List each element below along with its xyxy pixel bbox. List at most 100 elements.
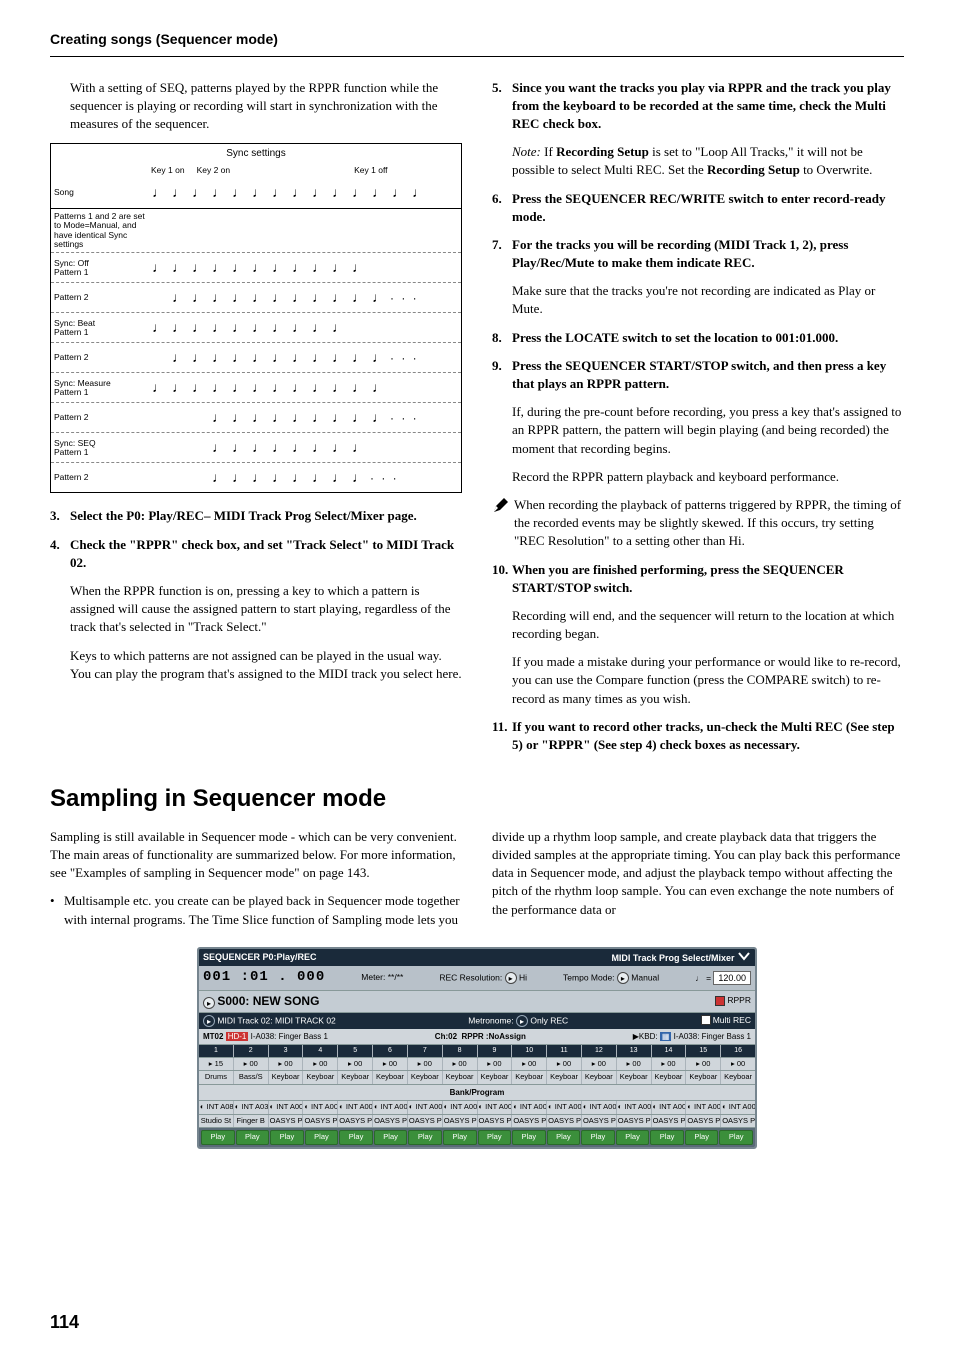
grid-cell[interactable]: ▸ 00 [616,1058,651,1071]
grid-cell[interactable]: Keyboar [372,1071,407,1084]
metronome-value[interactable]: Only REC [530,1015,568,1025]
ss-tempomode-value[interactable]: Manual [631,972,659,982]
grid-cell[interactable]: Keyboar [442,1071,477,1084]
play-button[interactable]: Play [581,1130,615,1145]
grid-cell[interactable]: ◐ INT A000 [442,1101,477,1114]
grid-cell[interactable]: ◐ INT A000 [337,1101,372,1114]
grid-cell[interactable]: ▸ 00 [511,1058,546,1071]
grid-cell[interactable]: Keyboar [268,1071,303,1084]
grid-cell[interactable]: ◐ INT A084 [199,1101,233,1114]
kbd-prog[interactable]: I-A038: Finger Bass 1 [674,1032,751,1041]
grid-cell[interactable]: ◐ INT A000 [477,1101,512,1114]
track-select[interactable]: MIDI Track 02: MIDI TRACK 02 [217,1015,335,1025]
grid-cell[interactable]: 15 [685,1045,720,1057]
grid-cell[interactable]: 6 [372,1045,407,1057]
grid-cell[interactable]: ◐ INT A000 [720,1101,755,1114]
grid-cell[interactable]: Keyboar [720,1071,755,1084]
grid-cell[interactable]: 14 [651,1045,686,1057]
popup-icon[interactable]: ▸ [516,1015,528,1027]
grid-cell[interactable]: ▸ 00 [546,1058,581,1071]
play-button[interactable]: Play [201,1130,235,1145]
grid-cell[interactable]: OASYS Pi [407,1115,442,1128]
play-button[interactable]: Play [443,1130,477,1145]
ss-recres-value[interactable]: Hi [519,972,527,982]
tempo-input[interactable]: 120.00 [713,971,751,985]
grid-cell[interactable]: ◐ INT A000 [302,1101,337,1114]
popup-icon[interactable]: ▸ [505,972,517,984]
grid-cell[interactable]: Keyboar [302,1071,337,1084]
song-name[interactable]: S000: NEW SONG [217,994,319,1008]
grid-cell[interactable]: OASYS Pi [546,1115,581,1128]
grid-cell[interactable]: 7 [407,1045,442,1057]
grid-cell[interactable]: 5 [337,1045,372,1057]
ss-meter[interactable]: Meter: **/** [361,972,403,984]
play-button[interactable]: Play [616,1130,650,1145]
grid-cell[interactable]: 3 [268,1045,303,1057]
grid-cell[interactable]: OASYS Pi [720,1115,755,1128]
grid-cell[interactable]: 10 [511,1045,546,1057]
play-button[interactable]: Play [719,1130,753,1145]
grid-cell[interactable]: Keyboar [651,1071,686,1084]
grid-cell[interactable]: OASYS Pi [337,1115,372,1128]
play-button[interactable]: Play [408,1130,442,1145]
grid-cell[interactable]: OASYS Pi [372,1115,407,1128]
grid-cell[interactable]: ▸ 00 [372,1058,407,1071]
grid-cell[interactable]: ◐ INT A000 [581,1101,616,1114]
grid-cell[interactable]: ◐ INT A000 [651,1101,686,1114]
multirec-checkbox[interactable] [701,1015,711,1025]
grid-cell[interactable]: Keyboar [477,1071,512,1084]
grid-cell[interactable]: ▸ 00 [720,1058,755,1071]
grid-cell[interactable]: OASYS Pi [616,1115,651,1128]
grid-cell[interactable]: 8 [442,1045,477,1057]
grid-cell[interactable]: ▸ 00 [651,1058,686,1071]
menu-arrow-icon[interactable] [737,951,751,961]
popup-icon[interactable]: ▸ [617,972,629,984]
grid-cell[interactable]: OASYS Pi [685,1115,720,1128]
popup-icon[interactable]: ▸ [203,997,215,1009]
grid-cell[interactable]: Keyboar [407,1071,442,1084]
play-button[interactable]: Play [339,1130,373,1145]
grid-cell[interactable]: Drums [199,1071,233,1084]
grid-cell[interactable]: Finger B [233,1115,268,1128]
play-button[interactable]: Play [478,1130,512,1145]
grid-cell[interactable]: OASYS Pi [651,1115,686,1128]
play-button[interactable]: Play [547,1130,581,1145]
grid-cell[interactable]: OASYS Pi [442,1115,477,1128]
grid-cell[interactable]: ◐ INT A000 [268,1101,303,1114]
grid-cell[interactable]: ◐ INT A000 [511,1101,546,1114]
grid-cell[interactable]: Keyboar [337,1071,372,1084]
grid-cell[interactable]: ▸ 00 [268,1058,303,1071]
play-button[interactable]: Play [685,1130,719,1145]
grid-cell[interactable]: 9 [477,1045,512,1057]
grid-cell[interactable]: ▸ 00 [302,1058,337,1071]
grid-cell[interactable]: 2 [233,1045,268,1057]
grid-cell[interactable]: ▸ 00 [477,1058,512,1071]
play-button[interactable]: Play [236,1130,270,1145]
grid-cell[interactable]: OASYS Pi [302,1115,337,1128]
grid-cell[interactable]: Keyboar [511,1071,546,1084]
grid-cell[interactable]: ▸ 15 [199,1058,233,1071]
grid-cell[interactable]: Bass/S [233,1071,268,1084]
ss-locator[interactable]: 001 :01 . 000 [203,968,325,988]
grid-cell[interactable]: ▸ 00 [233,1058,268,1071]
play-button[interactable]: Play [374,1130,408,1145]
grid-cell[interactable]: OASYS Pi [477,1115,512,1128]
popup-icon[interactable]: ▸ [203,1015,215,1027]
grid-cell[interactable]: Keyboar [581,1071,616,1084]
grid-cell[interactable]: 13 [616,1045,651,1057]
grid-cell[interactable]: 11 [546,1045,581,1057]
play-button[interactable]: Play [305,1130,339,1145]
grid-cell[interactable]: OASYS Pi [581,1115,616,1128]
grid-cell[interactable]: ▸ 00 [442,1058,477,1071]
grid-cell[interactable]: 1 [199,1045,233,1057]
grid-cell[interactable]: ▸ 00 [337,1058,372,1071]
grid-cell[interactable]: OASYS Pi [511,1115,546,1128]
grid-cell[interactable]: Keyboar [616,1071,651,1084]
grid-cell[interactable]: 4 [302,1045,337,1057]
play-button[interactable]: Play [650,1130,684,1145]
grid-cell[interactable]: OASYS Pi [268,1115,303,1128]
play-button[interactable]: Play [270,1130,304,1145]
mt-prog[interactable]: I-A038: Finger Bass 1 [251,1032,328,1041]
rppr-checkbox[interactable] [715,996,725,1006]
grid-cell[interactable]: ◐ INT A038 [233,1101,268,1114]
